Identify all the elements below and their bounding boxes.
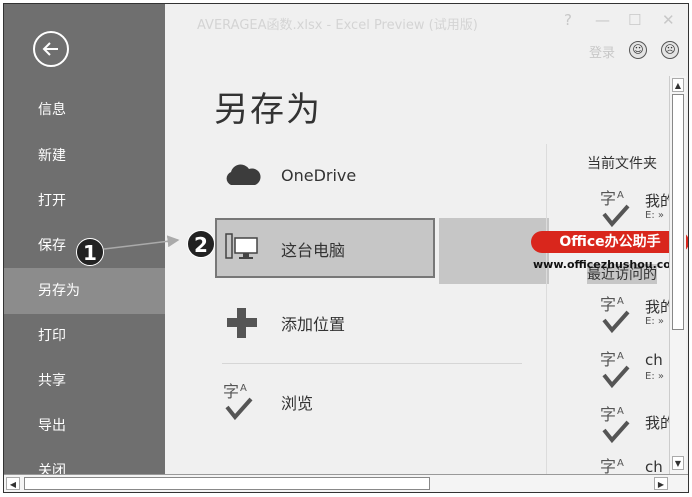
step-1-badge: 1	[76, 238, 104, 266]
scroll-up-arrow-icon[interactable]: ▲	[672, 78, 684, 92]
vertical-scrollbar[interactable]: ▲ ▼	[669, 76, 686, 474]
step-2-badge: 2	[187, 230, 215, 258]
scroll-left-arrow-icon[interactable]: ◀	[6, 477, 20, 490]
vertical-scroll-thumb[interactable]	[672, 94, 684, 330]
excel-backstage-window: 信息 新建 打开 保存 另存为 打印 共享 导出 关闭 AVERAGEA函数.x…	[3, 3, 689, 493]
scroll-right-arrow-icon[interactable]: ▶	[654, 477, 668, 490]
horizontal-scrollbar[interactable]: ◀ ▶	[4, 474, 688, 492]
scroll-down-arrow-icon[interactable]: ▼	[672, 456, 684, 470]
horizontal-scroll-thumb[interactable]	[24, 477, 430, 490]
annotation-arrow	[103, 235, 180, 250]
